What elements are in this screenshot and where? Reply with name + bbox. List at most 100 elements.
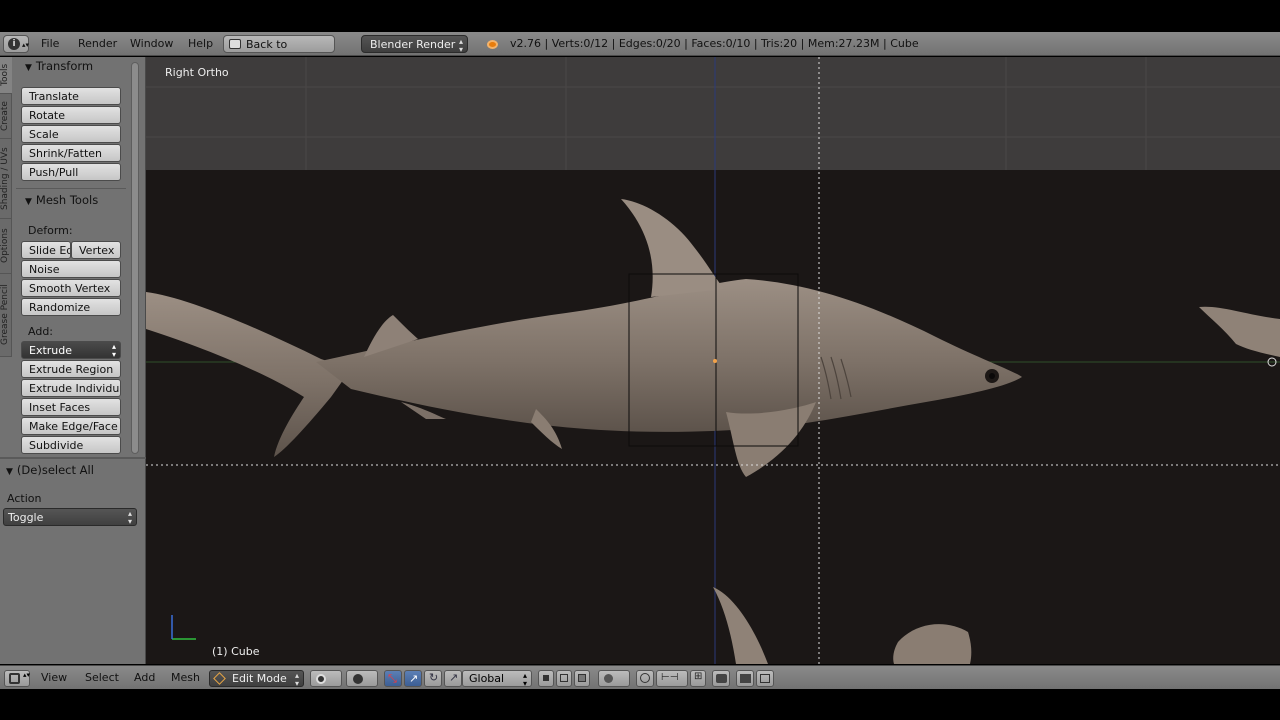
viewport-object-label: (1) Cube xyxy=(212,645,260,658)
transform-orientation-select[interactable]: Global ▴ ▾ xyxy=(462,670,532,688)
scene-stats: v2.76 | Verts:0/12 | Edges:0/20 | Faces:… xyxy=(510,37,919,50)
tab-tools[interactable]: Tools xyxy=(0,57,12,94)
edge-select-mode[interactable] xyxy=(556,670,572,687)
updown-icon: ▴ ▾ xyxy=(111,342,116,359)
hammerhead-shark-reference xyxy=(146,199,1022,477)
screen-icon xyxy=(229,39,241,49)
menu-help[interactable]: Help xyxy=(188,36,213,52)
magnet-icon: ⊞ xyxy=(694,671,703,682)
snap-icon: ⊢⊣ xyxy=(661,672,679,683)
chevron-icon: ▴▾ xyxy=(23,671,31,679)
translate-manipulator-toggle[interactable]: ↗ xyxy=(404,670,422,687)
tool-shelf-scrollbar[interactable] xyxy=(131,62,139,454)
editor-type-3d-view-button[interactable]: ▴▾ xyxy=(4,670,30,687)
operator-panel-title: (De)select All xyxy=(16,463,94,477)
tab-grease-pencil[interactable]: Grease Pencil xyxy=(0,274,12,357)
menu-render[interactable]: Render xyxy=(78,36,117,52)
manipulator-toggle[interactable]: ⤡ xyxy=(384,670,402,687)
scale-icon: ↗ xyxy=(449,671,459,684)
blender-window: i ▴▾ File Render Window Help Back to Pre… xyxy=(0,0,1280,720)
add-label: Add: xyxy=(28,325,54,338)
3d-viewport[interactable]: Right Ortho (1) Cube xyxy=(146,57,1280,664)
menu-add[interactable]: Add xyxy=(134,671,155,684)
snap-element-select[interactable]: ⊢⊣ xyxy=(656,670,688,687)
make-edge-face-button[interactable]: Make Edge/Face xyxy=(21,417,121,435)
menu-file[interactable]: File xyxy=(41,36,59,52)
tool-shelf: Tools Create Shading / UVs Options Greas… xyxy=(0,57,146,664)
shrink-fatten-button[interactable]: Shrink/Fatten xyxy=(21,144,121,162)
vertex-slide-button[interactable]: Vertex xyxy=(71,241,121,259)
mesh-tools-panel-header[interactable]: ▼ Mesh Tools xyxy=(25,193,98,207)
extrude-region-button[interactable]: Extrude Region xyxy=(21,360,121,378)
viewport-view-name: Right Ortho xyxy=(165,66,229,79)
face-select-mode[interactable] xyxy=(574,670,590,687)
menu-mesh[interactable]: Mesh xyxy=(171,671,200,684)
copy-icon xyxy=(760,674,770,683)
proportional-edit-icon xyxy=(604,674,613,683)
transform-panel-header[interactable]: ▼ Transform xyxy=(25,59,93,73)
extrude-menu-button[interactable]: Extrude ▴ ▾ xyxy=(21,341,121,359)
copy-button[interactable] xyxy=(756,670,774,687)
render-engine-select[interactable]: Blender Render ▴ ▾ xyxy=(361,35,468,54)
vertex-select-mode[interactable] xyxy=(538,670,554,687)
edit-mode-icon xyxy=(213,672,226,685)
face-select-icon xyxy=(578,674,586,682)
extrude-individual-button[interactable]: Extrude Individual xyxy=(21,379,121,397)
translate-button[interactable]: Translate xyxy=(21,87,121,105)
updown-icon: ▴ ▾ xyxy=(294,671,299,688)
push-pull-button[interactable]: Push/Pull xyxy=(21,163,121,181)
opengl-render-animation-button[interactable] xyxy=(736,670,754,687)
manipulator-icon: ⤡ xyxy=(388,672,397,685)
partial-shark-right xyxy=(1199,306,1280,357)
operator-panel-header[interactable]: ▼ (De)select All xyxy=(6,463,94,477)
tab-shading-uvs[interactable]: Shading / UVs xyxy=(0,139,12,219)
viewport-shading-select[interactable] xyxy=(310,670,342,687)
subdivide-button[interactable]: Subdivide xyxy=(21,436,121,454)
randomize-button[interactable]: Randomize xyxy=(21,298,121,316)
noise-button[interactable]: Noise xyxy=(21,260,121,278)
partial-fin-bottom-left xyxy=(713,587,768,664)
rotate-manipulator-toggle[interactable]: ↻ xyxy=(424,670,442,687)
action-label: Action xyxy=(7,492,42,505)
mesh-tools-panel-title: Mesh Tools xyxy=(35,193,99,207)
viewport-scene xyxy=(146,57,1280,664)
rotate-button[interactable]: Rotate xyxy=(21,106,121,124)
editor-type-info-button[interactable]: i ▴▾ xyxy=(3,35,29,53)
menu-select[interactable]: Select xyxy=(85,671,119,684)
back-to-previous-button[interactable]: Back to Previous xyxy=(223,35,335,69)
smooth-vertex-button[interactable]: Smooth Vertex xyxy=(21,279,121,297)
opengl-render-image-button[interactable] xyxy=(712,670,730,687)
tool-shelf-tabs: Tools Create Shading / UVs Options Greas… xyxy=(0,57,12,357)
menu-view[interactable]: View xyxy=(41,671,67,684)
scale-manipulator-toggle[interactable]: ↗ xyxy=(444,670,462,687)
3d-view-header: ▴▾ View Select Add Mesh Edit Mode ▴ ▾ ⤡ ↗… xyxy=(0,665,1280,689)
scale-button[interactable]: Scale xyxy=(21,125,121,143)
pivot-point-select[interactable] xyxy=(346,670,378,687)
render-engine-label: Blender Render xyxy=(370,38,456,51)
updown-icon: ▴ ▾ xyxy=(522,671,527,688)
arrow-icon: ↗ xyxy=(409,672,419,685)
inset-faces-button[interactable]: Inset Faces xyxy=(21,398,121,416)
operator-divider xyxy=(0,457,146,459)
vertex-select-icon xyxy=(543,675,549,681)
tab-create[interactable]: Create xyxy=(0,94,12,139)
action-value: Toggle xyxy=(8,511,44,524)
tab-options[interactable]: Options xyxy=(0,219,12,274)
action-select[interactable]: Toggle ▴ ▾ xyxy=(3,508,137,526)
limit-selection-toggle[interactable] xyxy=(636,670,654,687)
snap-toggle[interactable]: ⊞ xyxy=(690,670,706,687)
slide-edge-button[interactable]: Slide Ed xyxy=(21,241,71,259)
proportional-edit-select[interactable] xyxy=(598,670,630,687)
film-icon xyxy=(740,674,751,683)
extrude-label: Extrude xyxy=(29,344,73,357)
updown-icon: ▴ ▾ xyxy=(127,509,132,526)
menu-window[interactable]: Window xyxy=(130,36,173,52)
collapse-triangle-icon: ▼ xyxy=(25,63,32,73)
object-origin xyxy=(713,359,717,363)
axis-gizmo xyxy=(171,615,196,640)
mode-label: Edit Mode xyxy=(232,672,287,685)
rotate-icon: ↻ xyxy=(429,671,439,684)
mode-select[interactable]: Edit Mode ▴ ▾ xyxy=(209,670,304,688)
pivot-icon xyxy=(353,674,363,684)
collapse-triangle-icon: ▼ xyxy=(25,197,32,207)
